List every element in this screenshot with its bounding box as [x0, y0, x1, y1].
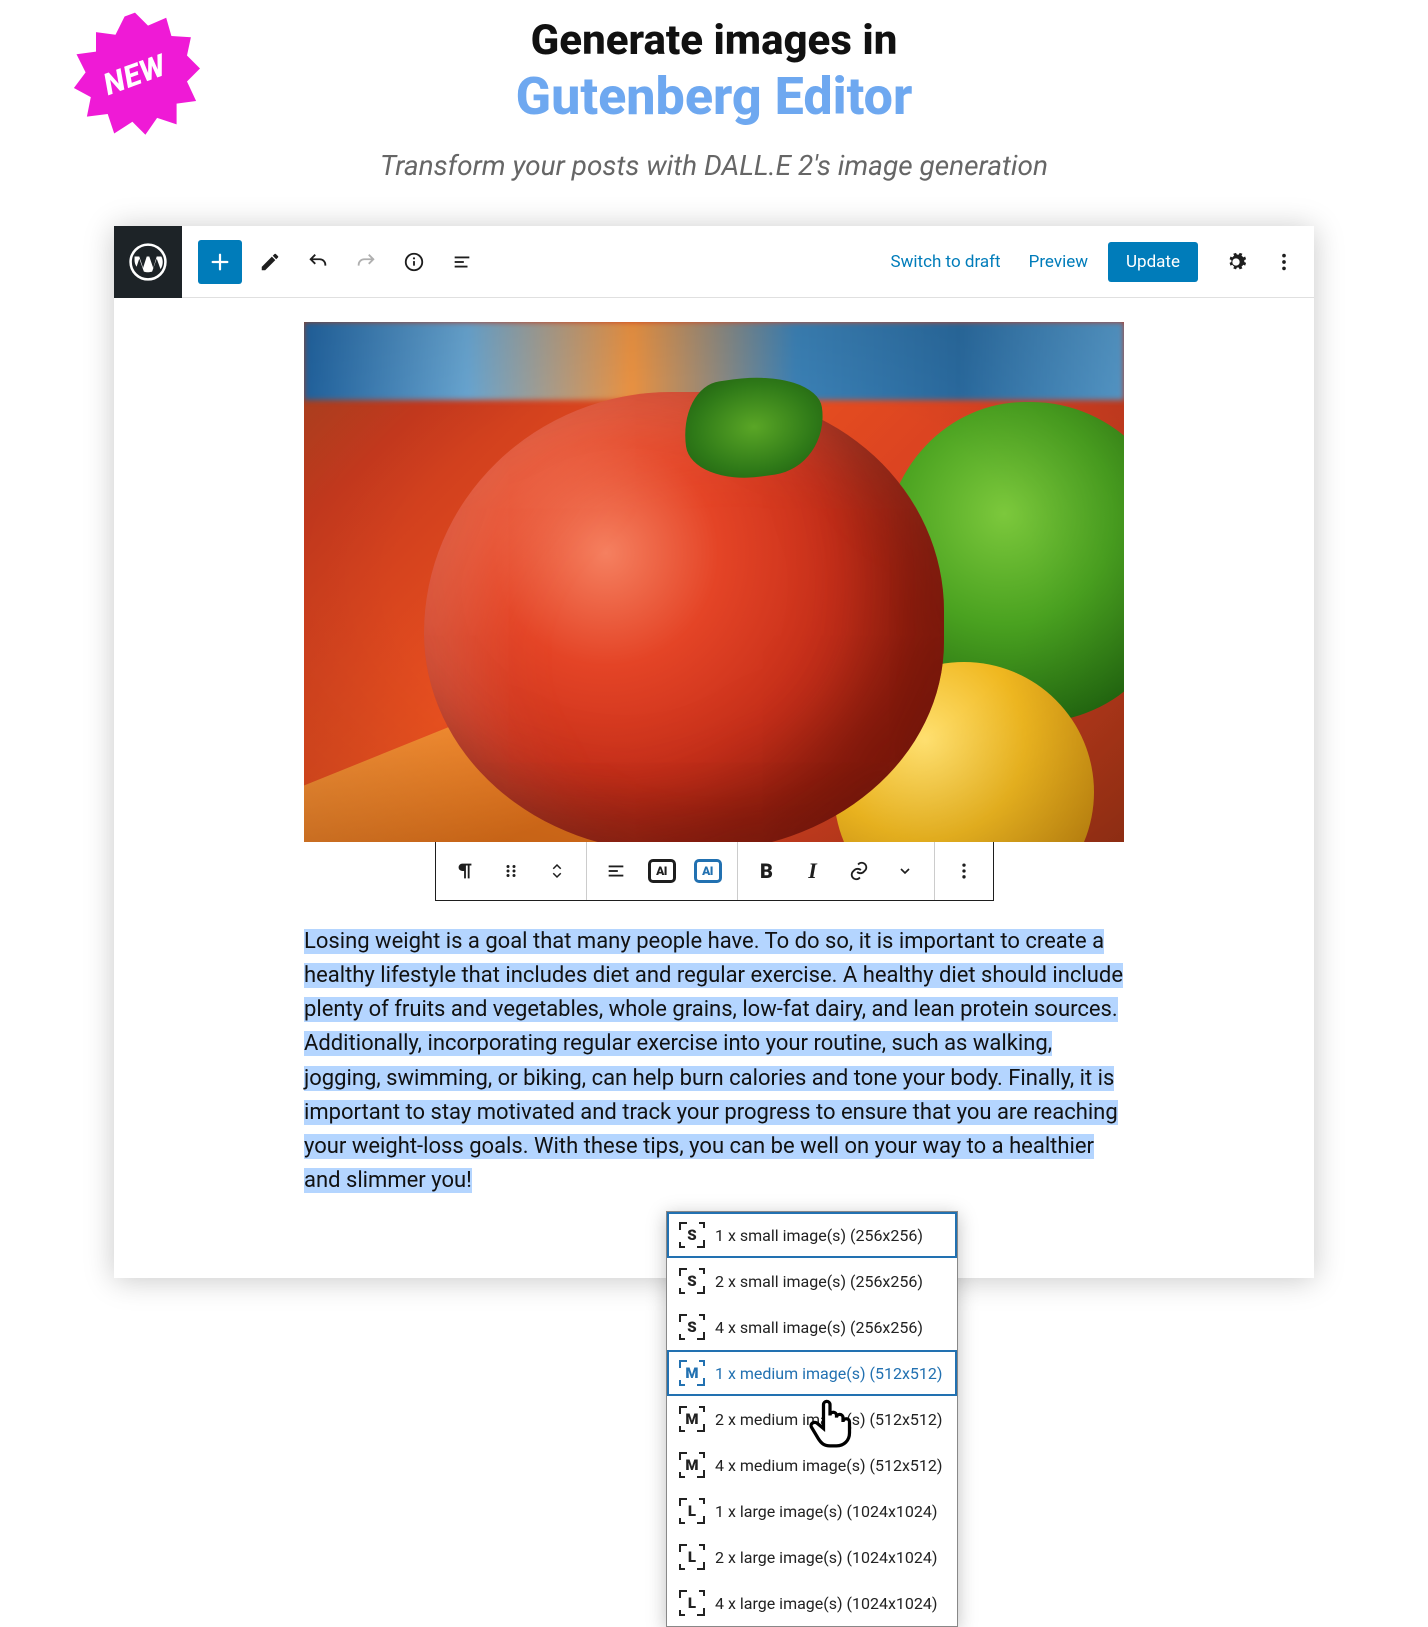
dropdown-item-3[interactable]: M 1 x medium image(s) (512x512) [667, 1350, 957, 1396]
selected-text[interactable]: Losing weight is a goal that many people… [304, 929, 1123, 1193]
dropdown-item-1[interactable]: S 2 x small image(s) (256x256) [667, 1258, 957, 1304]
dropdown-item-label: 4 x medium image(s) (512x512) [715, 1456, 942, 1475]
options-kebab-icon[interactable] [1264, 242, 1304, 282]
dropdown-item-6[interactable]: L 1 x large image(s) (1024x1024) [667, 1488, 957, 1534]
update-button[interactable]: Update [1108, 242, 1198, 282]
preview-link[interactable]: Preview [1015, 252, 1102, 272]
size-bracket-icon: M [679, 1360, 705, 1386]
wordpress-logo[interactable] [114, 226, 182, 298]
dropdown-item-label: 1 x small image(s) (256x256) [715, 1226, 923, 1245]
outline-icon[interactable] [442, 242, 482, 282]
dropdown-item-label: 2 x medium image(s) (512x512) [715, 1410, 942, 1429]
hero-title-line1: Generate images in [0, 18, 1428, 64]
redo-icon[interactable] [346, 242, 386, 282]
hero: Generate images in Gutenberg Editor Tran… [0, 0, 1428, 182]
align-icon[interactable] [593, 848, 639, 894]
editor-topbar: Switch to draft Preview Update [114, 226, 1314, 298]
paragraph-icon[interactable] [442, 848, 488, 894]
ai-text-button[interactable]: AI [639, 848, 685, 894]
switch-draft-link[interactable]: Switch to draft [877, 252, 1015, 272]
more-options-icon[interactable] [941, 848, 987, 894]
block-toolbar: AI AI B I [435, 841, 994, 901]
editor-window: Switch to draft Preview Update [114, 226, 1314, 1278]
info-icon[interactable] [394, 242, 434, 282]
dropdown-item-7[interactable]: L 2 x large image(s) (1024x1024) [667, 1534, 957, 1580]
dropdown-item-5[interactable]: M 4 x medium image(s) (512x512) [667, 1442, 957, 1488]
size-bracket-icon: S [679, 1314, 705, 1340]
size-bracket-icon: M [679, 1406, 705, 1432]
dropdown-item-label: 2 x large image(s) (1024x1024) [715, 1548, 937, 1567]
dropdown-item-label: 1 x medium image(s) (512x512) [715, 1364, 942, 1383]
ai-image-button[interactable]: AI [685, 848, 731, 894]
chevron-down-icon[interactable] [882, 848, 928, 894]
move-arrows-icon[interactable] [534, 848, 580, 894]
size-bracket-icon: L [679, 1590, 705, 1616]
bold-button[interactable]: B [744, 848, 790, 894]
hero-title-line2: Gutenberg Editor [0, 66, 1428, 127]
dropdown-item-label: 4 x small image(s) (256x256) [715, 1318, 923, 1337]
dropdown-item-label: 1 x large image(s) (1024x1024) [715, 1502, 937, 1521]
size-bracket-icon: L [679, 1498, 705, 1524]
new-badge: NEW [70, 10, 200, 140]
link-icon[interactable] [836, 848, 882, 894]
hero-subtitle: Transform your posts with DALL.E 2's ima… [0, 149, 1428, 182]
undo-icon[interactable] [298, 242, 338, 282]
post-body-text[interactable]: Losing weight is a goal that many people… [304, 925, 1124, 1198]
add-block-button[interactable] [198, 240, 242, 284]
dropdown-item-2[interactable]: S 4 x small image(s) (256x256) [667, 1304, 957, 1350]
size-bracket-icon: L [679, 1544, 705, 1570]
drag-handle-icon[interactable] [488, 848, 534, 894]
dropdown-item-4[interactable]: M 2 x medium image(s) (512x512) [667, 1396, 957, 1442]
dropdown-item-label: 4 x large image(s) (1024x1024) [715, 1594, 937, 1613]
size-bracket-icon: S [679, 1268, 705, 1294]
dropdown-item-0[interactable]: S 1 x small image(s) (256x256) [667, 1212, 957, 1258]
dropdown-item-label: 2 x small image(s) (256x256) [715, 1272, 923, 1291]
edit-icon[interactable] [250, 242, 290, 282]
editor-content: AI AI B I Losing weight is a goal that m… [114, 298, 1314, 1278]
image-size-dropdown: S 1 x small image(s) (256x256) S 2 x small … [666, 1211, 958, 1627]
size-bracket-icon: S [679, 1222, 705, 1248]
size-bracket-icon: M [679, 1452, 705, 1478]
italic-button[interactable]: I [790, 848, 836, 894]
post-feature-image[interactable] [304, 322, 1124, 842]
settings-gear-icon[interactable] [1216, 242, 1256, 282]
dropdown-item-8[interactable]: L 4 x large image(s) (1024x1024) [667, 1580, 957, 1626]
